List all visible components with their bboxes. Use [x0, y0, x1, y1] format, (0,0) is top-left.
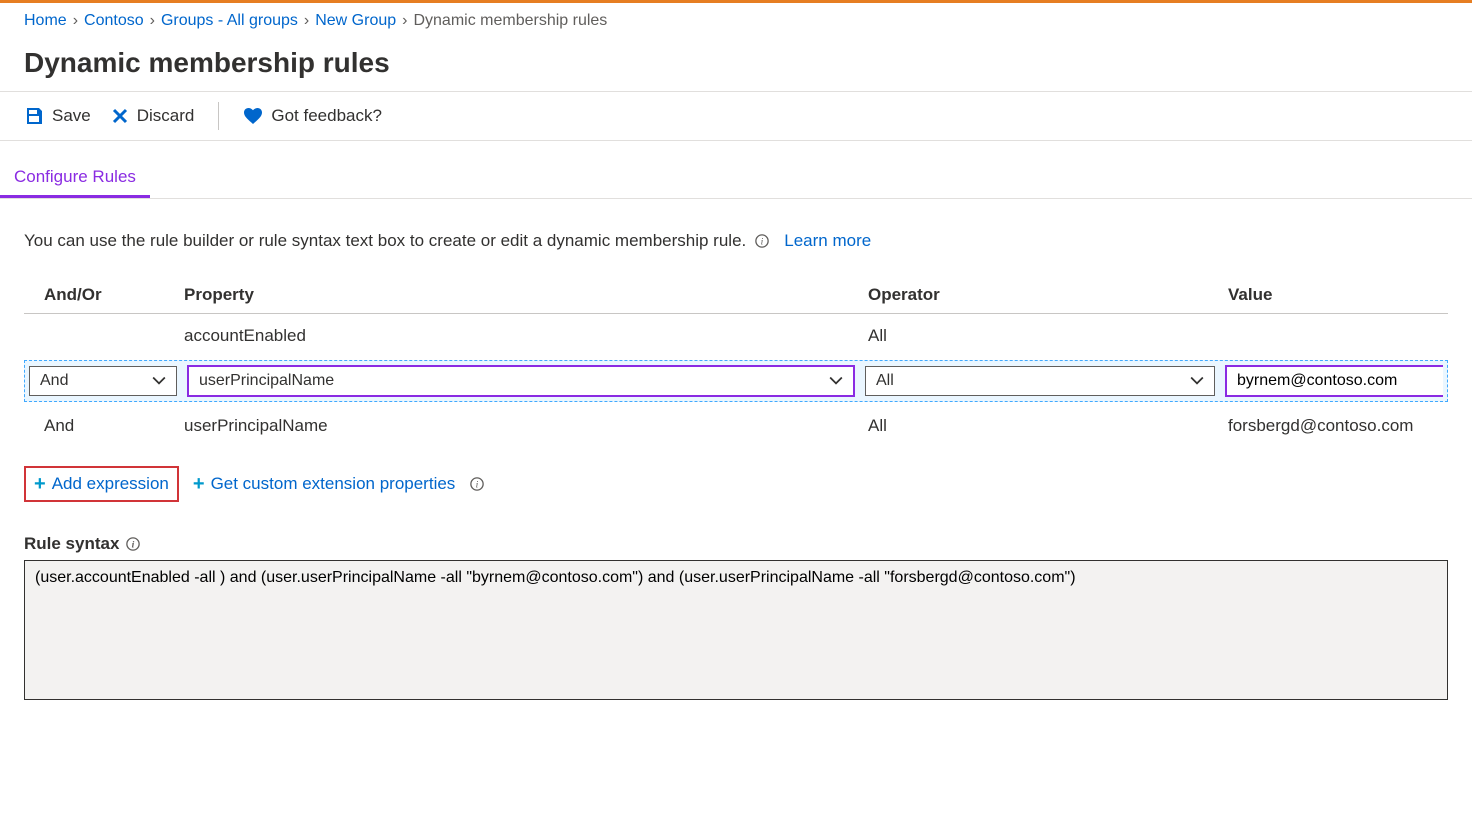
info-icon: i — [754, 233, 770, 249]
learn-more-link[interactable]: Learn more — [784, 231, 871, 251]
chevron-right-icon: › — [304, 12, 309, 30]
value-input[interactable] — [1225, 365, 1443, 397]
save-icon — [24, 106, 44, 126]
breadcrumb: Home › Contoso › Groups - All groups › N… — [0, 3, 1472, 39]
header-andor: And/Or — [24, 285, 184, 305]
feedback-button[interactable]: Got feedback? — [243, 106, 382, 126]
action-links: + Add expression + Get custom extension … — [24, 466, 1448, 502]
discard-label: Discard — [137, 106, 195, 126]
andor-dropdown[interactable]: And — [29, 366, 177, 396]
breadcrumb-current: Dynamic membership rules — [413, 12, 607, 30]
rules-header: And/Or Property Operator Value — [24, 285, 1448, 314]
property-dropdown-value: userPrincipalName — [199, 372, 334, 390]
chevron-down-icon — [1190, 374, 1204, 388]
cell-value: forsbergd@contoso.com — [1228, 416, 1448, 436]
header-value: Value — [1228, 285, 1448, 305]
rules-table: And/Or Property Operator Value accountEn… — [24, 285, 1448, 448]
get-custom-extension-label: Get custom extension properties — [211, 474, 456, 494]
cell-property: accountEnabled — [184, 326, 868, 346]
feedback-label: Got feedback? — [271, 106, 382, 126]
close-icon — [111, 107, 129, 125]
chevron-right-icon: › — [402, 12, 407, 30]
tabs: Configure Rules — [0, 141, 1472, 199]
breadcrumb-link-home[interactable]: Home — [24, 12, 67, 30]
tab-configure-rules[interactable]: Configure Rules — [0, 159, 150, 198]
plus-icon: + — [193, 474, 205, 494]
svg-text:i: i — [132, 540, 135, 551]
breadcrumb-link-newgroup[interactable]: New Group — [315, 12, 396, 30]
get-custom-extension-button[interactable]: + Get custom extension properties — [193, 474, 455, 494]
info-icon: i — [469, 476, 485, 492]
breadcrumb-link-groups[interactable]: Groups - All groups — [161, 12, 298, 30]
svg-text:i: i — [761, 237, 764, 248]
operator-dropdown[interactable]: All — [865, 366, 1215, 396]
add-expression-highlight: + Add expression — [24, 466, 179, 502]
chevron-right-icon: › — [150, 12, 155, 30]
cell-operator: All — [868, 326, 1228, 346]
page-title: Dynamic membership rules — [24, 47, 1448, 79]
add-expression-label: Add expression — [52, 474, 169, 494]
table-row-active: And userPrincipalName All — [24, 360, 1448, 402]
chevron-right-icon: › — [73, 12, 78, 30]
discard-button[interactable]: Discard — [111, 106, 195, 126]
rule-syntax-label: Rule syntax — [24, 534, 119, 554]
toolbar: Save Discard Got feedback? — [0, 92, 1472, 141]
save-button[interactable]: Save — [24, 106, 91, 126]
rule-syntax-textarea[interactable] — [24, 560, 1448, 700]
cell-operator: All — [868, 416, 1228, 436]
heart-icon — [243, 106, 263, 126]
toolbar-divider — [218, 102, 219, 130]
chevron-down-icon — [152, 374, 166, 388]
plus-icon: + — [34, 474, 46, 494]
header-property: Property — [184, 285, 868, 305]
cell-andor: And — [24, 416, 184, 436]
chevron-down-icon — [829, 374, 843, 388]
header-operator: Operator — [868, 285, 1228, 305]
andor-dropdown-value: And — [40, 372, 68, 390]
helper-text-row: You can use the rule builder or rule syn… — [24, 231, 1448, 251]
svg-text:i: i — [476, 480, 479, 491]
property-dropdown[interactable]: userPrincipalName — [187, 365, 855, 397]
table-row: accountEnabled All — [24, 314, 1448, 358]
rule-syntax-label-row: Rule syntax i — [24, 534, 1448, 554]
table-row: And userPrincipalName All forsbergd@cont… — [24, 404, 1448, 448]
add-expression-button[interactable]: + Add expression — [34, 474, 169, 494]
cell-property: userPrincipalName — [184, 416, 868, 436]
save-label: Save — [52, 106, 91, 126]
titlebar: Dynamic membership rules — [0, 39, 1472, 92]
breadcrumb-link-contoso[interactable]: Contoso — [84, 12, 144, 30]
operator-dropdown-value: All — [876, 372, 894, 390]
info-icon: i — [125, 536, 141, 552]
helper-text: You can use the rule builder or rule syn… — [24, 231, 746, 251]
